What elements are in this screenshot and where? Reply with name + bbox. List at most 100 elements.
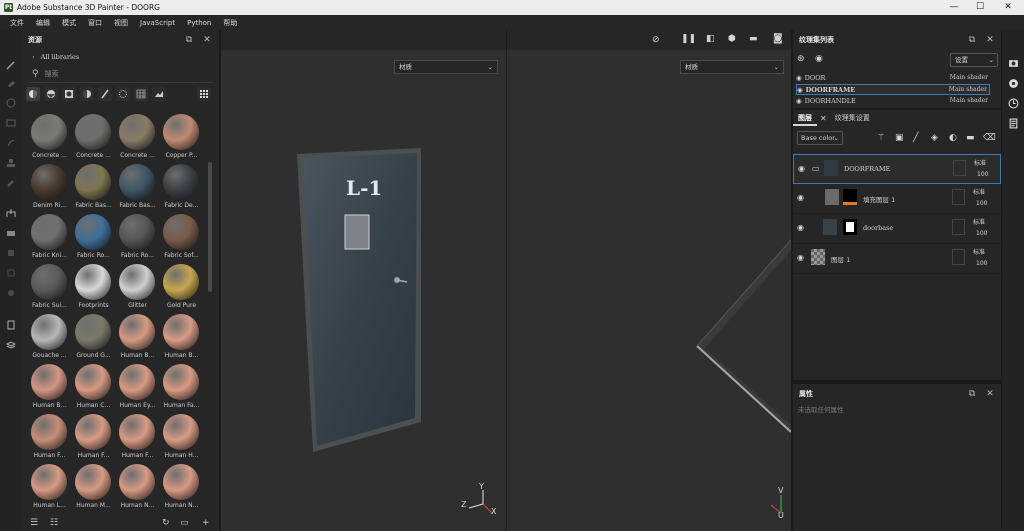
material-thumbnail[interactable]: Concrete ...	[28, 114, 71, 164]
projection-icon[interactable]	[6, 98, 16, 108]
add-mask-icon[interactable]: ▣	[895, 133, 904, 143]
viewport-3d[interactable]: 材质 ⌄ L-1 Y Z X	[221, 30, 506, 531]
texture-set-row[interactable]: ◉ DOOR Main shader	[796, 72, 990, 83]
layer-row-paint[interactable]: ◉ 图层 1 标准 100	[793, 244, 1001, 274]
texture-set-shader[interactable]: Main shader	[950, 97, 988, 104]
material-thumbnail[interactable]: Fabric Ro...	[116, 214, 159, 264]
viewport-2d[interactable]: ⊘ ❚❚ ◧ ⬢ ▬ ◙ 材质 ⌄ V U	[507, 30, 791, 531]
texture-set-row-selected[interactable]: ◉ DOORFRAME Main shader	[796, 84, 990, 95]
eye-icon[interactable]: ◉	[796, 74, 802, 82]
link-icon[interactable]: ⊛	[797, 54, 805, 64]
undock-icon[interactable]: ⧉	[184, 34, 194, 46]
material-thumbnail[interactable]: Fabric Sui...	[28, 264, 71, 314]
add-fill-layer-icon[interactable]: ◈	[931, 133, 938, 143]
menu-file[interactable]: 文件	[4, 18, 30, 28]
eye-icon[interactable]: ◉	[797, 193, 804, 202]
layer-mask-slot[interactable]	[953, 160, 966, 176]
add-paint-layer-icon[interactable]: ╱	[913, 133, 918, 143]
material-thumbnail[interactable]: Human M...	[72, 464, 115, 509]
add-icon[interactable]: +	[202, 518, 210, 528]
blend-mode[interactable]: 标准	[973, 217, 985, 226]
filter-materials-icon[interactable]	[26, 87, 40, 101]
maximize-button[interactable]: ☐	[966, 0, 994, 15]
material-thumbnail[interactable]: Human B...	[28, 364, 71, 414]
blend-mode[interactable]: 标准	[973, 247, 985, 256]
layer-stack-icon[interactable]	[6, 248, 16, 258]
layer-row-folder[interactable]: ◉ ▭ DOORFRAME 标准 100	[793, 154, 1001, 184]
menu-javascript[interactable]: JavaScript	[134, 19, 181, 27]
eye-icon[interactable]: ◉	[797, 223, 804, 232]
delete-icon[interactable]: ⌫	[983, 133, 996, 143]
minimize-button[interactable]: —	[940, 0, 968, 15]
material-thumbnail[interactable]: Denim Ri...	[28, 164, 71, 214]
add-folder-icon[interactable]: ▬	[966, 133, 975, 143]
filter-environment-icon[interactable]	[152, 87, 166, 101]
eye-icon[interactable]: ◉	[815, 54, 823, 64]
settings-dropdown[interactable]: 设置 ⌄	[950, 53, 998, 67]
grid-view-icon[interactable]	[197, 87, 211, 101]
search-field[interactable]: ⚲ 搜索	[28, 66, 213, 83]
smudge-icon[interactable]	[6, 138, 16, 148]
tab-texture-set-settings[interactable]: 纹理集设置	[830, 110, 875, 126]
material-thumbnail[interactable]: Fabric De...	[160, 164, 203, 214]
layer-mask-slot[interactable]	[952, 189, 965, 205]
material-thumbnail[interactable]: Glitter	[116, 264, 159, 314]
material-thumbnail[interactable]: Human Ey...	[116, 364, 159, 414]
bake-icon[interactable]	[6, 208, 16, 218]
filter-alphas-icon[interactable]	[116, 87, 130, 101]
layer-mask-slot[interactable]	[952, 219, 965, 235]
material-thumbnail[interactable]: Human N...	[116, 464, 159, 509]
physics-icon[interactable]	[6, 288, 16, 298]
filter-textures-icon[interactable]	[134, 87, 148, 101]
material-thumbnail[interactable]: Human Fa...	[160, 364, 203, 414]
filter-list-icon[interactable]: ☰	[30, 518, 38, 528]
material-thumbnail[interactable]: Concrete ...	[116, 114, 159, 164]
material-thumbnail[interactable]: Fabric Sof...	[160, 214, 203, 264]
add-effect-icon[interactable]: ⚚	[877, 133, 885, 143]
display-settings-icon[interactable]	[1008, 78, 1019, 89]
polygon-fill-icon[interactable]	[6, 228, 16, 238]
material-thumbnail[interactable]: Concrete ...	[72, 114, 115, 164]
close-button[interactable]: ✕	[994, 0, 1022, 15]
material-thumbnail[interactable]: Copper P...	[160, 114, 203, 164]
material-thumbnail[interactable]: Ground G...	[72, 314, 115, 364]
eye-icon[interactable]: ◉	[797, 253, 804, 262]
texture-set-shader[interactable]: Main shader	[949, 86, 987, 93]
material-thumbnail[interactable]: Fabric Bas...	[72, 164, 115, 214]
history-icon[interactable]	[1008, 98, 1019, 109]
material-thumbnail[interactable]: Human L...	[28, 464, 71, 509]
camera-icon[interactable]	[1008, 58, 1019, 69]
material-thumbnail[interactable]: Human B...	[160, 314, 203, 364]
eye-icon[interactable]: ◉	[798, 164, 805, 173]
menu-python[interactable]: Python	[181, 19, 217, 27]
material-thumbnail[interactable]: Gold Pure	[160, 264, 203, 314]
eraser-icon[interactable]	[6, 78, 16, 88]
eye-icon[interactable]: ◉	[797, 86, 803, 94]
paint-brush-icon[interactable]	[6, 60, 16, 70]
log-icon[interactable]	[1008, 118, 1019, 129]
color-picker-icon[interactable]	[6, 178, 16, 188]
material-thumbnail[interactable]: Gouache ...	[28, 314, 71, 364]
blend-mode[interactable]: 标准	[974, 158, 986, 167]
material-thumbnail[interactable]: Fabric Kni...	[28, 214, 71, 264]
menu-view[interactable]: 视图	[108, 18, 134, 28]
material-thumbnail[interactable]: Human B...	[116, 314, 159, 364]
material-thumbnail[interactable]: Human C...	[72, 364, 115, 414]
refresh-icon[interactable]: ↻	[162, 518, 170, 528]
assets-scrollbar[interactable]	[208, 162, 212, 292]
texture-set-shader[interactable]: Main shader	[950, 74, 988, 81]
blend-mode[interactable]: 标准	[973, 187, 985, 196]
new-folder-icon[interactable]: ▭	[180, 518, 189, 528]
library-tree[interactable]: › All libraries	[22, 50, 219, 64]
undock-icon[interactable]: ⧉	[967, 34, 977, 46]
material-thumbnail[interactable]: Human F...	[116, 414, 159, 464]
layer-mask-slot[interactable]	[952, 249, 965, 265]
menu-window[interactable]: 窗口	[82, 18, 108, 28]
layer-row-fill[interactable]: ◉ 填充图层 1 标准 100	[793, 184, 1001, 214]
close-icon[interactable]: ✕	[202, 34, 212, 46]
channel-dropdown[interactable]: Base color ⌄	[797, 131, 843, 145]
layer-opacity[interactable]: 100	[976, 260, 987, 267]
sort-icon[interactable]: ☷	[50, 518, 58, 528]
material-thumbnail[interactable]: Human N...	[160, 464, 203, 509]
clone-stamp-icon[interactable]	[6, 158, 16, 168]
